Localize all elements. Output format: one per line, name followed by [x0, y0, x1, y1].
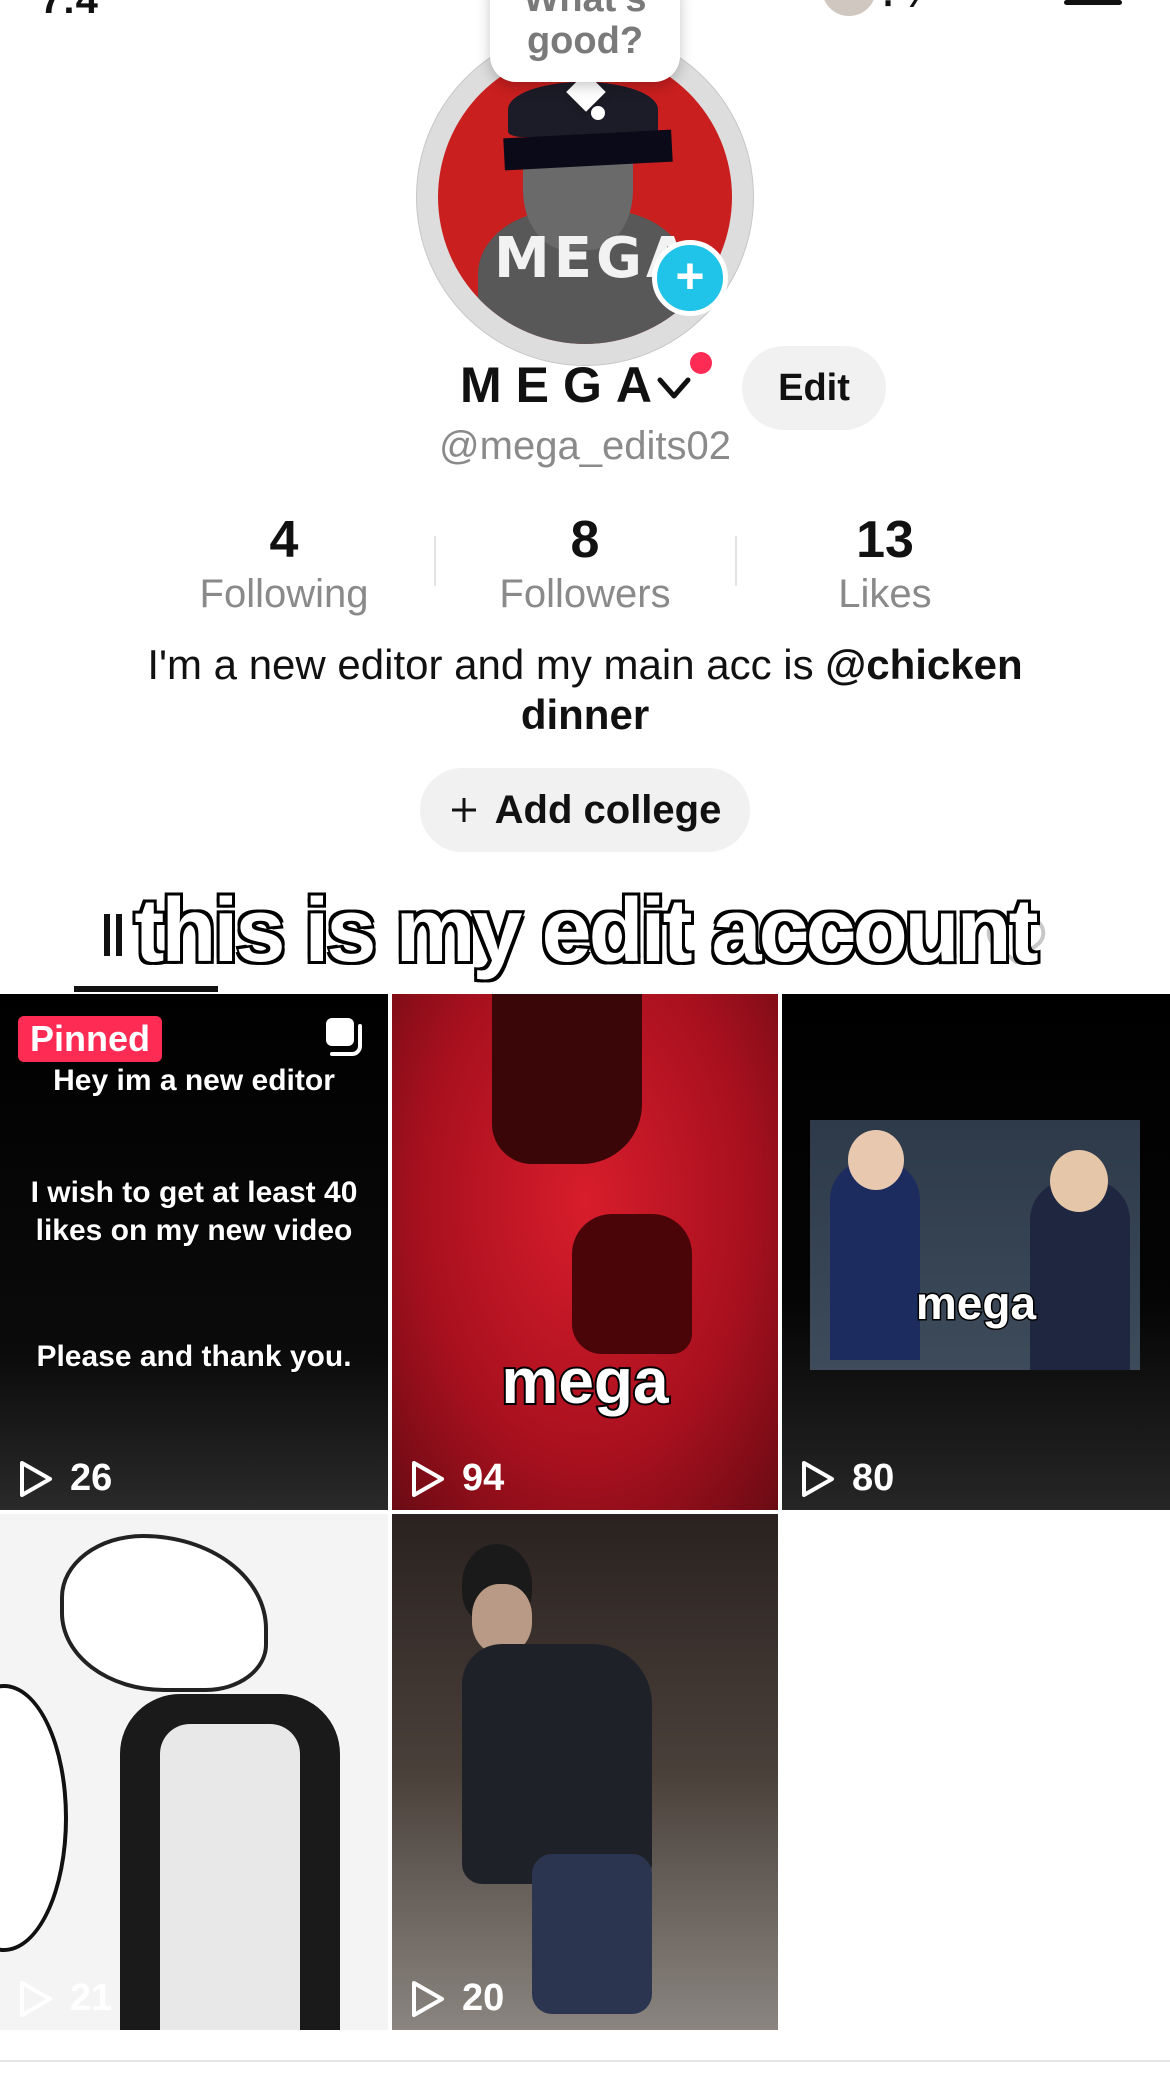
- video-tile[interactable]: mega 94: [392, 994, 778, 1510]
- bottom-nav-divider: [0, 2060, 1170, 2062]
- play-icon: [20, 1460, 52, 1497]
- view-count: 94: [410, 1457, 504, 1500]
- bubble-line-1: What's: [490, 0, 680, 20]
- chevron-down-icon[interactable]: [654, 368, 694, 408]
- video-tile[interactable]: 21: [0, 1514, 388, 2030]
- bubble-dot: [591, 106, 605, 120]
- stat-value: 13: [856, 511, 914, 569]
- tile-text-line: likes on my new video: [35, 1213, 353, 1248]
- view-count-value: 21: [70, 1977, 113, 2019]
- view-count: 26: [18, 1457, 112, 1500]
- play-icon: [412, 1460, 444, 1497]
- tile-text-line: I wish to get at least 40: [30, 1175, 358, 1210]
- overlay-caption: this is my edit account: [132, 879, 1040, 983]
- bio: I'm a new editor and my main acc is @chi…: [60, 640, 1110, 740]
- view-count: 21: [18, 1977, 112, 2020]
- bio-text: I'm a new editor and my main acc is: [147, 641, 826, 688]
- multi-photo-icon: [326, 1018, 362, 1056]
- stat-label: Followers: [499, 572, 671, 616]
- plus-icon: +: [675, 248, 705, 304]
- view-count: 80: [800, 1457, 894, 1500]
- view-count: 20: [410, 1977, 504, 2020]
- play-icon: [20, 1980, 52, 2017]
- view-count-value: 94: [462, 1457, 505, 1499]
- view-count-value: 80: [852, 1457, 895, 1499]
- status-time: 7:4: [40, 0, 98, 22]
- tile-caption: mega: [499, 1343, 670, 1419]
- bio-mention-cont[interactable]: dinner: [521, 691, 649, 738]
- notification-dot: [690, 352, 712, 374]
- bubble-line-2: good?: [526, 20, 644, 62]
- profile-name[interactable]: MEGA: [460, 356, 666, 414]
- account-avatar-icon[interactable]: [822, 0, 876, 16]
- view-count-value: 20: [462, 1977, 505, 2019]
- video-tile[interactable]: 20: [392, 1514, 778, 2030]
- pinned-badge: Pinned: [18, 1016, 163, 1062]
- username-handle: @mega_edits02: [439, 424, 731, 468]
- add-story-button[interactable]: +: [652, 240, 728, 316]
- bio-mention[interactable]: @chicken: [825, 641, 1022, 688]
- stat-likes[interactable]: 13 Likes: [735, 510, 1035, 618]
- status-bubble[interactable]: What's good?: [490, 0, 680, 82]
- tab-videos-underline: [74, 986, 218, 992]
- view-count-value: 26: [70, 1457, 113, 1499]
- video-tile[interactable]: Hey im a new editor I wish to get at lea…: [0, 994, 388, 1510]
- tile-caption: mega: [914, 1276, 1037, 1331]
- video-tile[interactable]: mega 80: [782, 994, 1170, 1510]
- stat-label: Likes: [838, 572, 932, 616]
- add-college-label: Add college: [494, 787, 722, 832]
- tile-text-line: Hey im a new editor: [52, 1063, 335, 1098]
- add-college-button[interactable]: Add college: [420, 768, 750, 852]
- play-icon: [412, 1980, 444, 2017]
- edit-button[interactable]: Edit: [742, 346, 886, 430]
- stat-value: 8: [570, 511, 600, 569]
- stat-value: 4: [269, 511, 299, 569]
- stat-following[interactable]: 4 Following: [134, 510, 434, 618]
- stat-followers[interactable]: 8 Followers: [435, 510, 735, 618]
- plus-icon: [451, 798, 476, 822]
- menu-icon[interactable]: [1064, 0, 1122, 5]
- top-actions[interactable]: ⁝ ⁄: [882, 0, 929, 17]
- stat-label: Following: [199, 572, 369, 616]
- play-icon: [802, 1460, 834, 1497]
- tile-text-line: Please and thank you.: [36, 1339, 353, 1374]
